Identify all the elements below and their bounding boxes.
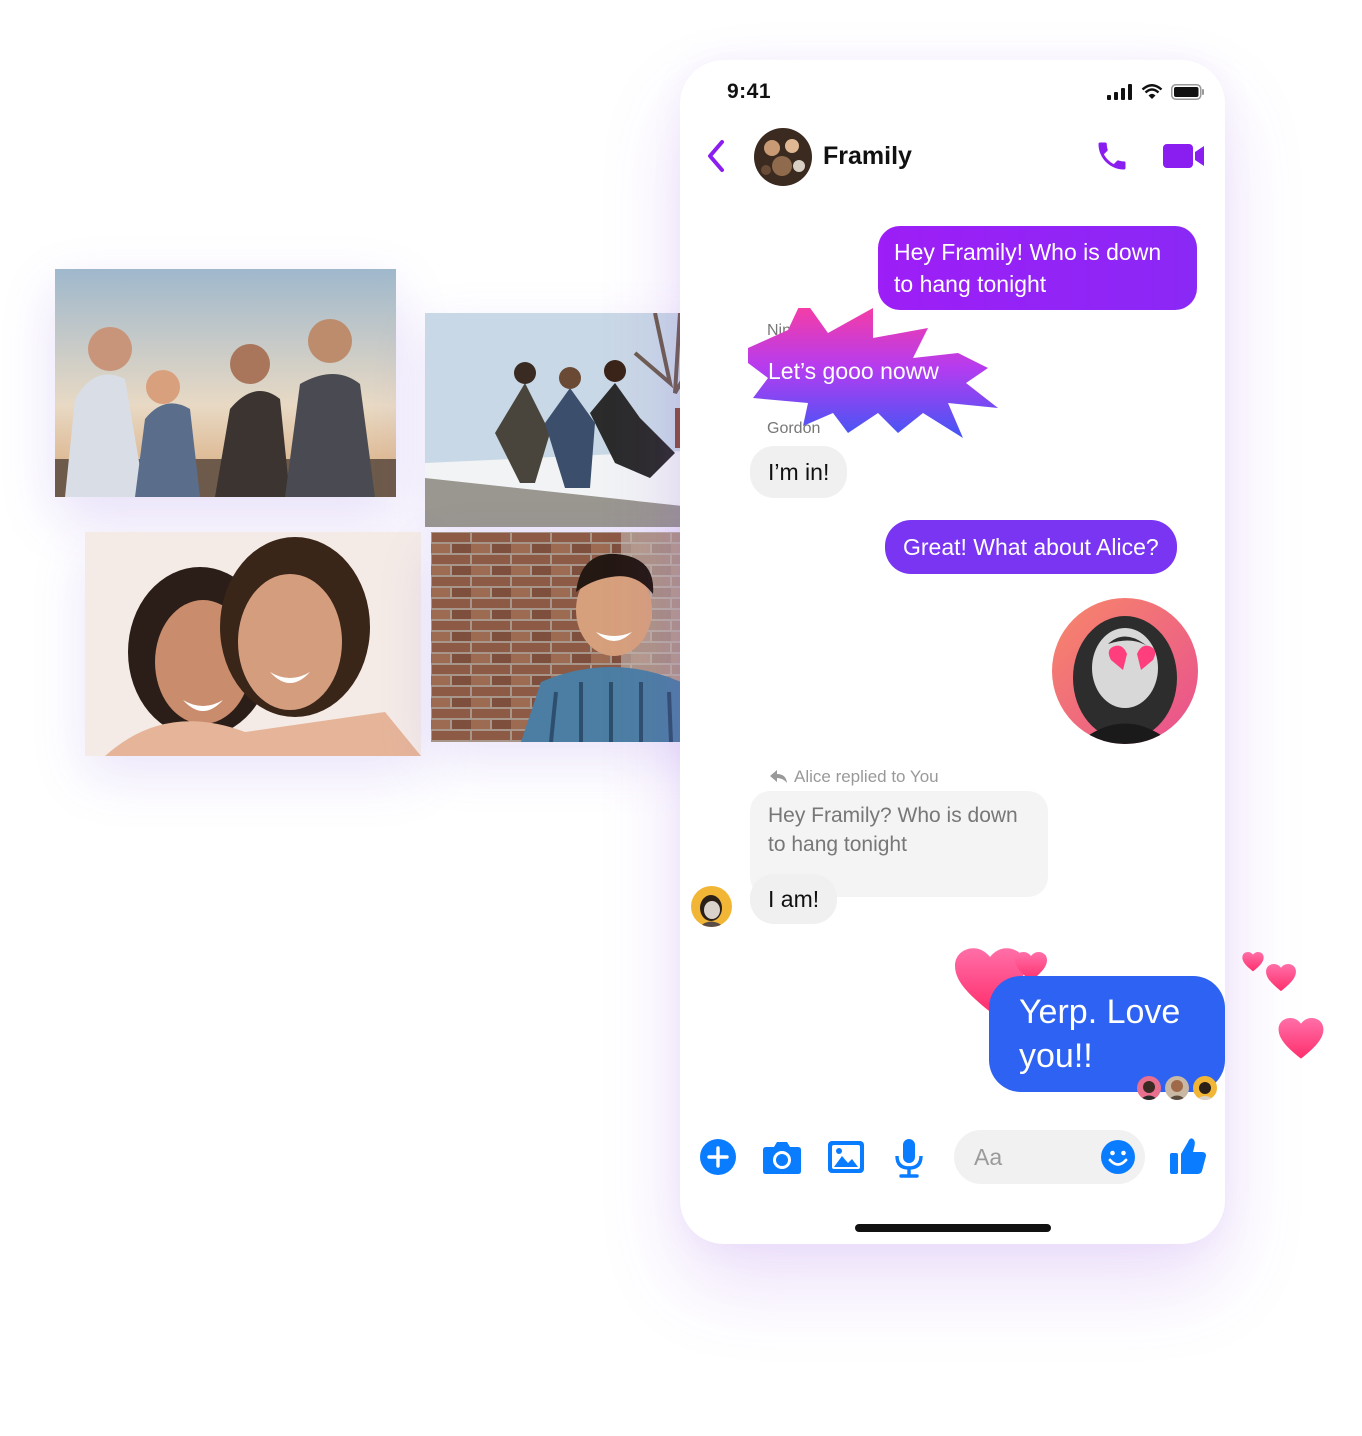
status-icons bbox=[1107, 84, 1205, 100]
back-icon[interactable] bbox=[704, 138, 728, 174]
conversation-title[interactable]: Framily bbox=[823, 142, 912, 171]
alice-avatar[interactable] bbox=[691, 886, 732, 927]
reply-arrow-icon bbox=[770, 770, 787, 783]
read-receipts bbox=[1137, 1076, 1217, 1100]
video-camera-icon[interactable] bbox=[1163, 142, 1205, 170]
outgoing-message[interactable]: Hey Framily! Who is down to hang tonight bbox=[878, 226, 1197, 310]
incoming-message[interactable]: I’m in! bbox=[750, 446, 848, 498]
friends-photo bbox=[55, 269, 396, 497]
outgoing-message[interactable]: Yerp. Love you!! bbox=[989, 976, 1225, 1092]
emoji-icon[interactable] bbox=[1100, 1139, 1136, 1175]
battery-icon bbox=[1171, 84, 1204, 100]
composer-bar bbox=[680, 1130, 1225, 1186]
group-avatar[interactable] bbox=[754, 128, 812, 186]
status-time: 9:41 bbox=[727, 80, 772, 103]
alice-heart-eyes-avatar[interactable] bbox=[1052, 598, 1198, 744]
reply-label-text: Alice replied to You bbox=[794, 767, 939, 786]
outgoing-message[interactable]: Great! What about Alice? bbox=[885, 520, 1177, 574]
read-receipt-avatar bbox=[1137, 1076, 1161, 1100]
burst-message: Let’s gooo noww bbox=[768, 358, 939, 384]
wifi-icon bbox=[1141, 84, 1163, 99]
image-icon[interactable] bbox=[827, 1138, 865, 1176]
home-indicator[interactable] bbox=[855, 1224, 1051, 1232]
sender-name: Gordon bbox=[767, 420, 821, 437]
incoming-message[interactable]: I am! bbox=[750, 874, 838, 924]
thumbs-up-icon[interactable] bbox=[1169, 1136, 1207, 1176]
signal-icon bbox=[1107, 84, 1132, 100]
microphone-icon[interactable] bbox=[893, 1138, 925, 1178]
phone-frame: 9:41 Framily Hey Framily! Who is down to… bbox=[680, 60, 1324, 1244]
camera-icon[interactable] bbox=[762, 1138, 802, 1176]
read-receipt-avatar bbox=[1165, 1076, 1189, 1100]
reply-indicator: Alice replied to You bbox=[770, 767, 939, 787]
plus-icon[interactable] bbox=[699, 1138, 737, 1176]
smiling-women-photo bbox=[85, 532, 421, 756]
read-receipt-avatar bbox=[1193, 1076, 1217, 1100]
phone-icon[interactable] bbox=[1094, 138, 1130, 174]
